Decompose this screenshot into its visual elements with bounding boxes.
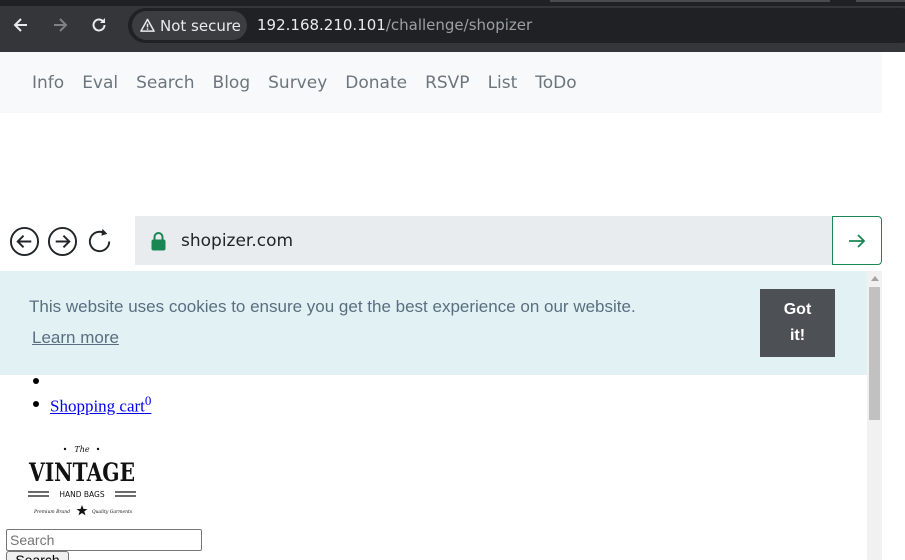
challenge-nav: Info Eval Search Blog Survey Donate RSVP… bbox=[0, 52, 882, 113]
tab-strip-edge bbox=[856, 0, 905, 2]
logo-top-text: The bbox=[74, 445, 89, 454]
nav-link-eval[interactable]: Eval bbox=[82, 73, 118, 93]
nav-link-blog[interactable]: Blog bbox=[213, 73, 251, 93]
cookie-message: This website uses cookies to ensure you … bbox=[29, 297, 636, 316]
arrow-right-icon bbox=[54, 18, 68, 32]
security-label: Not secure bbox=[160, 16, 241, 35]
nav-link-donate[interactable]: Donate bbox=[345, 73, 407, 93]
logo-right-text: Quality Garments bbox=[92, 509, 133, 515]
cart-count: 0 bbox=[144, 393, 152, 408]
arrow-right-icon bbox=[849, 233, 866, 248]
list-bullet bbox=[33, 378, 39, 384]
cookie-accept-button[interactable]: Got it! bbox=[760, 289, 835, 357]
inner-address-text: shopizer.com bbox=[181, 230, 294, 251]
learn-more-link[interactable]: Learn more bbox=[32, 328, 119, 348]
warning-icon bbox=[140, 18, 155, 32]
tab-strip-edge bbox=[550, 0, 830, 2]
url-host: 192.168.210.101 bbox=[257, 16, 386, 34]
logo-sub-text: HAND BAGS bbox=[59, 490, 104, 499]
inner-forward-button[interactable] bbox=[47, 226, 78, 257]
nav-link-info[interactable]: Info bbox=[32, 73, 64, 93]
nav-link-survey[interactable]: Survey bbox=[268, 73, 327, 93]
circle-arrow-right-icon bbox=[47, 226, 78, 257]
reload-icon bbox=[92, 18, 106, 32]
store-page: This website uses cookies to ensure you … bbox=[0, 271, 867, 560]
star-icon bbox=[76, 505, 88, 516]
logo-left-text: Premium Brand bbox=[33, 509, 70, 515]
store-search-button[interactable]: Search bbox=[6, 551, 69, 560]
reload-icon bbox=[88, 228, 111, 253]
url-path: /challenge/shopizer bbox=[385, 16, 533, 34]
shopping-cart-link[interactable]: Shopping cart0 bbox=[50, 393, 151, 417]
url-text[interactable]: 192.168.210.101/challenge/shopizer bbox=[257, 16, 532, 34]
reload-button[interactable] bbox=[86, 12, 112, 38]
store-search-input[interactable] bbox=[6, 529, 202, 551]
scroll-up-arrow[interactable] bbox=[871, 276, 879, 281]
security-chip[interactable]: Not secure bbox=[132, 11, 247, 40]
inner-reload-button[interactable] bbox=[85, 226, 116, 257]
cookie-accept-label-1: Got bbox=[783, 301, 812, 318]
list-bullet bbox=[33, 401, 39, 407]
inner-go-button[interactable] bbox=[832, 216, 882, 265]
store-logo[interactable]: The VINTAGE HAND BAGS Premium Brand Qual… bbox=[27, 443, 137, 518]
nav-link-rsvp[interactable]: RSVP bbox=[425, 73, 469, 93]
lock-icon bbox=[151, 231, 166, 250]
circle-arrow-left-icon bbox=[9, 226, 40, 257]
arrow-left-icon bbox=[13, 18, 27, 32]
cookie-banner: This website uses cookies to ensure you … bbox=[0, 271, 867, 375]
browser-toolbar: Not secure 192.168.210.101/challenge/sho… bbox=[0, 0, 905, 52]
scroll-thumb[interactable] bbox=[869, 287, 880, 420]
logo-main-text: VINTAGE bbox=[28, 458, 135, 487]
nav-link-list[interactable]: List bbox=[488, 73, 518, 93]
forward-button[interactable] bbox=[47, 12, 73, 38]
nav-link-todo[interactable]: ToDo bbox=[535, 73, 576, 93]
cart-label: Shopping cart bbox=[50, 396, 145, 416]
inner-address-bar[interactable]: shopizer.com bbox=[135, 216, 832, 265]
cookie-accept-label-2: it! bbox=[789, 327, 806, 344]
nav-link-search[interactable]: Search bbox=[136, 73, 194, 93]
back-button[interactable] bbox=[8, 12, 34, 38]
inner-back-button[interactable] bbox=[9, 226, 40, 257]
